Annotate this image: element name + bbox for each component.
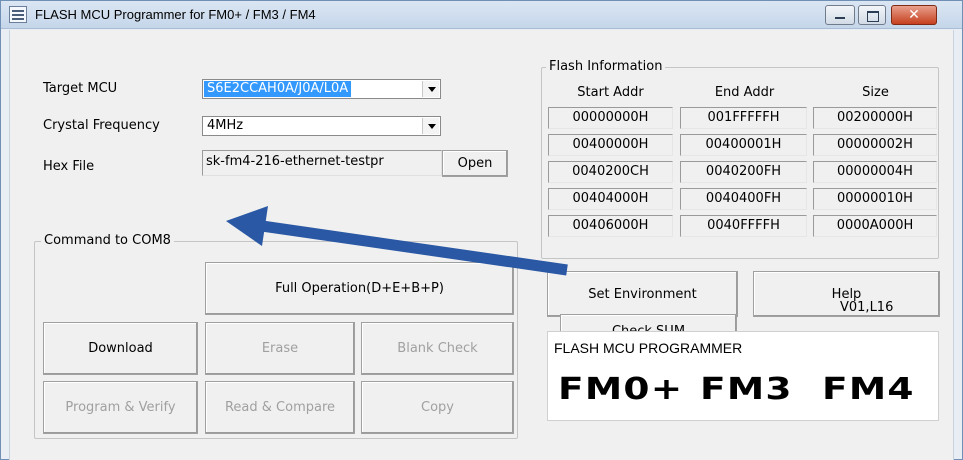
read-compare-button[interactable]: Read & Compare (205, 381, 355, 434)
erase-button[interactable]: Erase (205, 322, 355, 375)
table-cell: 001FFFFFH (680, 107, 807, 129)
table-cell: 00400000H (548, 134, 673, 156)
table-cell: 0040200CH (548, 161, 673, 183)
hex-file-field[interactable]: sk-fm4-216-ethernet-testpr (202, 150, 442, 176)
hex-file-label: Hex File (43, 159, 95, 174)
window-title: FLASH MCU Programmer for FM0+ / FM3 / FM… (35, 7, 316, 22)
title-bar[interactable]: FLASH MCU Programmer for FM0+ / FM3 / FM… (1, 1, 962, 29)
logo-panel: FLASH MCU PROGRAMMER FM0+ FM3 FM4 (547, 331, 939, 421)
program-verify-button[interactable]: Program & Verify (43, 381, 198, 434)
version-label: V01,L16 (840, 300, 894, 315)
flash-info-legend: Flash Information (546, 59, 666, 74)
table-cell: 00200000H (813, 107, 937, 129)
table-cell: 0000A000H (813, 215, 937, 237)
target-mcu-label: Target MCU (43, 81, 118, 96)
column-header: Size (862, 85, 889, 100)
table-cell: 00404000H (548, 188, 673, 210)
table-cell: 00406000H (548, 215, 673, 237)
table-cell: 0040200FH (680, 161, 807, 183)
close-button[interactable]: ✕ (891, 5, 937, 25)
download-button[interactable]: Download (43, 322, 198, 375)
table-cell: 00000000H (548, 107, 673, 129)
crystal-frequency-select[interactable]: 4MHz (202, 116, 441, 136)
table-cell: 00000002H (813, 134, 937, 156)
full-operation-button[interactable]: Full Operation(D+E+B+P) (205, 262, 514, 315)
target-mcu-value: S6E2CCAH0A/J0A/L0A (204, 81, 352, 97)
target-mcu-select[interactable]: S6E2CCAH0A/J0A/L0A (202, 79, 441, 99)
crystal-frequency-value: 4MHz (207, 118, 244, 133)
logo-caption: FLASH MCU PROGRAMMER (554, 340, 743, 356)
chevron-down-icon[interactable] (422, 81, 439, 97)
table-cell: 0040FFFFH (680, 215, 807, 237)
set-environment-button[interactable]: Set Environment (547, 271, 738, 317)
column-header: Start Addr (577, 85, 644, 100)
copy-button[interactable]: Copy (361, 381, 514, 434)
chevron-down-icon[interactable] (422, 118, 439, 134)
logo-fm3: FM3 (700, 372, 793, 407)
column-header: End Addr (714, 85, 775, 100)
table-cell: 00400001H (680, 134, 807, 156)
maximize-button[interactable] (858, 5, 886, 25)
table-cell: 0040400FH (680, 188, 807, 210)
minimize-button[interactable] (825, 5, 855, 25)
logo-fm0-plus: FM0+ (558, 372, 684, 407)
table-cell: 00000004H (813, 161, 937, 183)
crystal-frequency-label: Crystal Frequency (43, 118, 160, 133)
open-button[interactable]: Open (442, 150, 508, 177)
blank-check-button[interactable]: Blank Check (361, 322, 514, 375)
close-icon: ✕ (908, 7, 920, 23)
app-icon (9, 6, 27, 23)
command-group-legend: Command to COM8 (41, 233, 174, 248)
logo-fm4: FM4 (822, 372, 915, 407)
app-window: FLASH MCU Programmer for FM0+ / FM3 / FM… (0, 0, 963, 460)
table-cell: 00000010H (813, 188, 937, 210)
